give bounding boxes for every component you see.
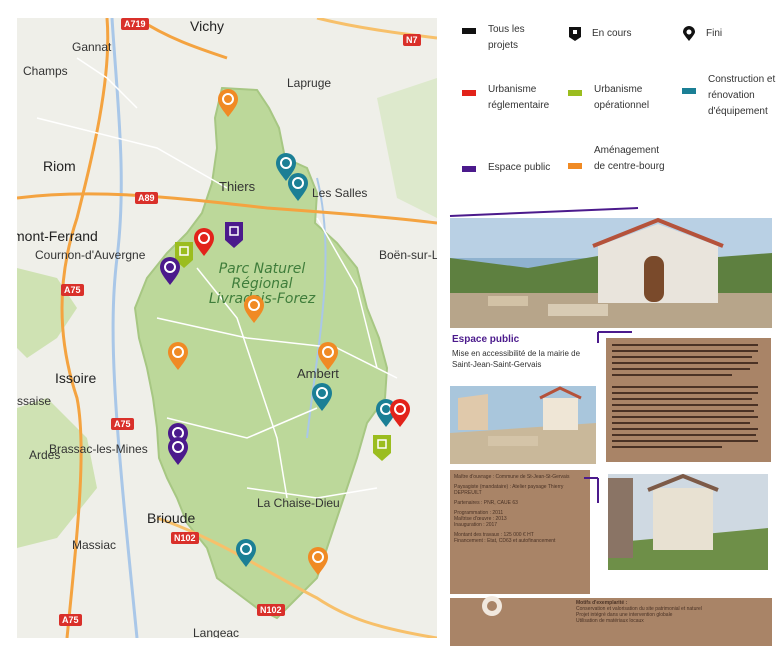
town-label: Thiers — [219, 179, 256, 194]
footer-item: Utilisation de matériaux locaux — [576, 618, 644, 624]
legend-urbanisme-operationnel[interactable]: Urbanisme opérationnel — [568, 82, 668, 114]
panel-category: Espace public — [452, 334, 520, 345]
town-label: Vichy — [190, 18, 224, 34]
legend-construction[interactable]: Construction et rénovation d'équipement — [682, 72, 782, 120]
road-badge: A75 — [111, 418, 134, 430]
town-label: Massiac — [72, 538, 117, 552]
finished-marker-icon[interactable] — [235, 538, 257, 568]
panel-description-box — [608, 340, 766, 458]
legend-label: Urbanisme réglementaire — [488, 84, 550, 111]
legend-label: Espace public — [488, 162, 551, 173]
finished-marker-icon[interactable] — [287, 172, 309, 202]
town-label: Lapruge — [287, 76, 332, 90]
info-line: Inauguration : 2017 — [454, 522, 498, 528]
road-badge: A719 — [121, 18, 149, 30]
legend-label: Construction et rénovation d'équipement — [708, 74, 776, 117]
finished-icon — [683, 26, 695, 41]
finished-marker-icon[interactable] — [307, 546, 329, 576]
finished-marker-icon[interactable] — [243, 294, 265, 324]
town-label: mont-Ferrand — [17, 228, 98, 244]
town-label: Brioude — [147, 510, 196, 526]
legend-espace-public[interactable]: Espace public — [462, 160, 562, 176]
legend-label: Urbanisme opérationnel — [594, 84, 650, 111]
finished-marker-icon[interactable] — [167, 436, 189, 466]
legend-amenagement[interactable]: Aménagement de centre-bourg — [568, 143, 668, 175]
legend-urbanisme-reglementaire[interactable]: Urbanisme réglementaire — [462, 82, 562, 114]
town-label: Langeac — [193, 626, 240, 638]
finished-marker-icon[interactable] — [167, 341, 189, 371]
road-badge: A75 — [61, 284, 84, 296]
town-label: Ardes — [29, 448, 61, 462]
green-swatch — [568, 90, 582, 96]
info-line: Paysagiste (mandataire) : Atelier paysag… — [454, 484, 564, 496]
road-badge: N102 — [257, 604, 285, 616]
map[interactable]: Vichy Gannat Champs Lapruge Riom Thiers … — [17, 18, 437, 638]
legend-label: Tous les projets — [488, 24, 525, 51]
town-label: Boën-sur-L — [379, 248, 437, 262]
road-badge: A89 — [135, 192, 158, 204]
road-badge: N102 — [171, 532, 199, 544]
panel-footer: Motifs d'exemplarité : Conservation et v… — [576, 600, 766, 624]
info-line: Maître d'ouvrage : Commune de St-Jean-St… — [454, 474, 570, 480]
in-progress-icon — [569, 27, 581, 41]
finished-marker-icon[interactable] — [159, 256, 181, 286]
panel-info-box: Maître d'ouvrage : Commune de St-Jean-St… — [454, 474, 586, 544]
legend-finished[interactable]: Fini — [682, 26, 752, 42]
town-label: Issoire — [55, 370, 97, 386]
legend-label: En cours — [592, 28, 632, 39]
finished-marker-icon[interactable] — [217, 88, 239, 118]
teal-swatch — [682, 88, 696, 94]
legend-label: Fini — [706, 28, 723, 39]
town-label: ssaise — [17, 394, 52, 408]
in-progress-marker-icon[interactable] — [223, 220, 245, 250]
road-badge: N7 — [403, 34, 421, 46]
town-label: Brassac-les-Mines — [49, 442, 148, 456]
description-text-lines — [612, 344, 758, 448]
red-swatch — [462, 90, 476, 96]
town-label: La Chaise-Dieu — [257, 496, 340, 510]
finished-marker-icon[interactable] — [317, 341, 339, 371]
in-progress-marker-icon[interactable] — [371, 433, 393, 463]
project-detail-card: Espace public Mise en accessibilité de l… — [448, 198, 773, 648]
road-badge: A75 — [59, 614, 82, 626]
town-label: Riom — [43, 158, 76, 174]
finished-marker-icon[interactable] — [193, 227, 215, 257]
town-label: Cournon-d'Auvergne — [35, 248, 146, 262]
town-label: Gannat — [72, 40, 112, 54]
purple-swatch — [462, 166, 476, 172]
legend-in-progress[interactable]: En cours — [568, 26, 648, 42]
black-swatch — [462, 28, 476, 34]
panel-title: Mise en accessibilité de la mairie de Sa… — [452, 349, 581, 369]
town-label: Champs — [23, 64, 68, 78]
info-line: Financement : Etat, CD63 et autofinancem… — [454, 538, 556, 544]
finished-marker-icon[interactable] — [389, 398, 411, 428]
info-line: Partenaires : PNR, CAUE 63 — [454, 500, 518, 506]
legend-all-projects[interactable]: Tous les projets — [462, 22, 552, 54]
orange-swatch — [568, 163, 582, 169]
town-label: Les Salles — [312, 186, 368, 200]
legend-label: Aménagement de centre-bourg — [594, 145, 665, 172]
finished-marker-icon[interactable] — [311, 382, 333, 412]
